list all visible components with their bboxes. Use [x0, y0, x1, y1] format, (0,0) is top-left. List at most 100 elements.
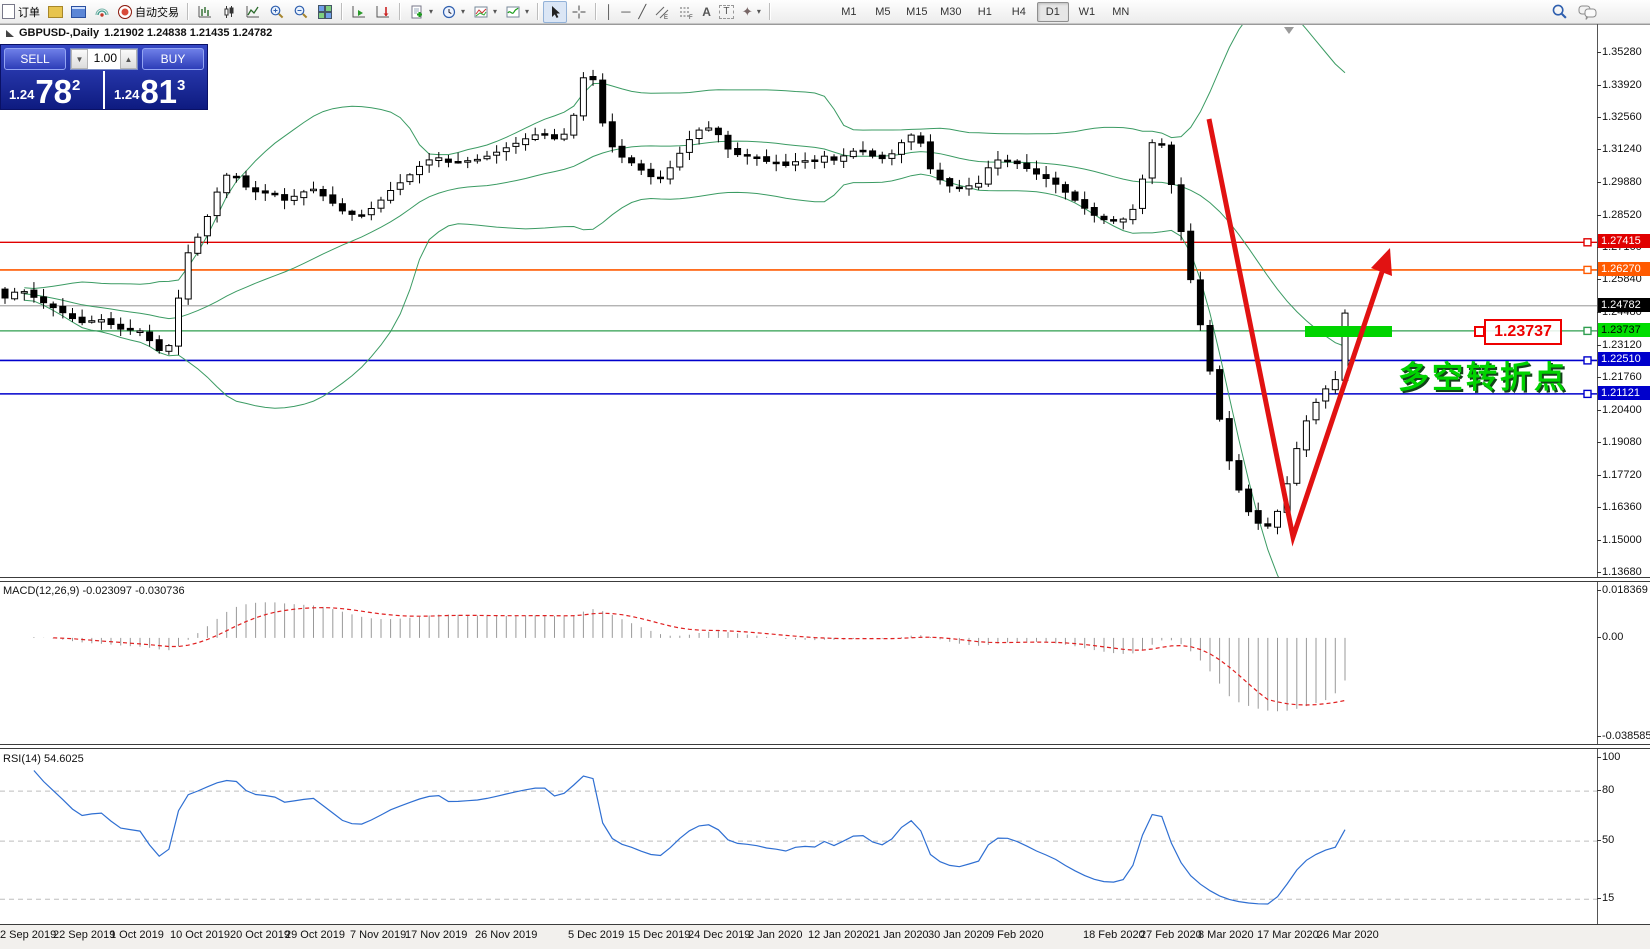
- sell-price-sup: 2: [72, 77, 80, 94]
- fibonacci-button[interactable]: F: [674, 1, 698, 23]
- candle-body: [812, 160, 818, 162]
- buy-button[interactable]: BUY: [142, 48, 204, 70]
- sell-price[interactable]: 1.24 78 2: [1, 71, 102, 109]
- auto-scroll-button[interactable]: [347, 1, 371, 23]
- chat-icon[interactable]: [1578, 4, 1598, 20]
- timeframe-M1[interactable]: M1: [833, 2, 865, 22]
- data-window-button[interactable]: [44, 1, 67, 23]
- axis-tick-label: 1.35280: [1602, 46, 1642, 58]
- candle-body: [224, 175, 230, 193]
- timeframe-D1[interactable]: D1: [1037, 2, 1069, 22]
- axis-tick-mark: [1597, 840, 1601, 841]
- candle-body: [465, 161, 471, 163]
- price-line-handle[interactable]: [1584, 357, 1591, 364]
- candle-body: [1130, 209, 1136, 219]
- new-chart-button[interactable]: ▾: [405, 1, 437, 23]
- chart-title: GBPUSD-,Daily 1.21902 1.24838 1.21435 1.…: [6, 27, 272, 39]
- periods-button[interactable]: ▾: [437, 1, 469, 23]
- candle-body: [802, 161, 808, 163]
- candle-body: [31, 290, 37, 297]
- zoom-in-button[interactable]: [265, 1, 289, 23]
- axis-tick-mark: [1597, 442, 1601, 443]
- panel-separator[interactable]: [0, 744, 1650, 749]
- candle-body: [696, 130, 702, 138]
- chart-shift-marker-icon[interactable]: [1284, 27, 1294, 34]
- timeframe-M15[interactable]: M15: [901, 2, 933, 22]
- candle-body: [889, 154, 895, 159]
- indicators-button[interactable]: ▾: [501, 1, 533, 23]
- candle-body: [397, 183, 403, 190]
- timeframe-M5[interactable]: M5: [867, 2, 899, 22]
- timeframe-MN[interactable]: MN: [1105, 2, 1137, 22]
- sell-button[interactable]: SELL: [4, 48, 66, 70]
- timeframe-H4[interactable]: H4: [1003, 2, 1035, 22]
- date-label: 27 Feb 2020: [1140, 929, 1202, 941]
- bollinger-lower-band: [24, 174, 1345, 579]
- templates-button[interactable]: ▾: [469, 1, 501, 23]
- candle-body: [436, 158, 442, 161]
- price-annotation-anchor[interactable]: [1474, 326, 1485, 337]
- price-annotation-box[interactable]: 1.23737: [1484, 319, 1562, 345]
- candle-body: [417, 166, 423, 174]
- search-icon[interactable]: [1551, 3, 1568, 20]
- candle-body: [243, 176, 249, 187]
- candle-body: [841, 156, 847, 161]
- equidistant-channel-button[interactable]: E: [650, 1, 674, 23]
- tile-windows-button[interactable]: [313, 1, 337, 23]
- turning-point-annotation[interactable]: 多空转折点: [1398, 352, 1568, 397]
- cursor-button[interactable]: [543, 1, 567, 23]
- price-line-handle[interactable]: [1584, 390, 1591, 397]
- candle-body: [831, 157, 837, 160]
- rsi-tick-label: 15: [1602, 892, 1614, 904]
- auto-trading-button[interactable]: 自动交易: [114, 1, 183, 23]
- crosshair-button[interactable]: [567, 1, 591, 23]
- candle-body: [976, 183, 982, 187]
- toolbar-right-group: [1551, 3, 1598, 20]
- volume-value[interactable]: 1.00: [88, 49, 120, 69]
- text-label-button[interactable]: T: [715, 1, 738, 23]
- candle-body: [359, 215, 365, 217]
- vertical-line-button[interactable]: │: [601, 1, 617, 23]
- date-label: 15 Dec 2019: [628, 929, 690, 941]
- panel-separator[interactable]: [0, 577, 1650, 582]
- timeframe-H1[interactable]: H1: [969, 2, 1001, 22]
- volume-decrease-button[interactable]: ▼: [71, 49, 88, 69]
- candle-body: [783, 162, 789, 166]
- candle-body: [1159, 144, 1165, 146]
- trendline-button[interactable]: ╱: [634, 1, 650, 23]
- date-label: 10 Oct 2019: [170, 929, 230, 941]
- candle-body: [137, 331, 143, 333]
- timeframe-M30[interactable]: M30: [935, 2, 967, 22]
- bar-chart-button[interactable]: [193, 1, 217, 23]
- new-order-button[interactable]: 订单: [0, 1, 44, 23]
- svg-text:E: E: [664, 15, 668, 20]
- axis-tick-label: 1.19080: [1602, 436, 1642, 448]
- signals-button[interactable]: [90, 1, 114, 23]
- text-button[interactable]: A: [698, 1, 715, 23]
- candle-body: [947, 179, 953, 186]
- price-line-handle[interactable]: [1584, 239, 1591, 246]
- zoom-out-button[interactable]: [289, 1, 313, 23]
- candlestick-chart-button[interactable]: [217, 1, 241, 23]
- bollinger-middle-band: [24, 141, 1345, 346]
- ohlc-readout: 1.21902 1.24838 1.21435 1.24782: [104, 27, 272, 39]
- axis-tick-mark: [1597, 149, 1601, 150]
- auto-scroll-icon: [351, 4, 367, 20]
- vertical-line-icon: │: [605, 5, 613, 18]
- timeframe-W1[interactable]: W1: [1071, 2, 1103, 22]
- candle-body: [927, 142, 933, 169]
- price-line-handle[interactable]: [1584, 327, 1591, 334]
- support-band-annotation[interactable]: [1305, 326, 1392, 337]
- price-line-handle[interactable]: [1584, 266, 1591, 273]
- clock-icon: [441, 4, 457, 20]
- candle-body: [195, 237, 201, 253]
- buy-price[interactable]: 1.24 81 3: [102, 71, 207, 109]
- volume-increase-button[interactable]: ▲: [120, 49, 137, 69]
- arrows-button[interactable]: ✦ ▾: [738, 1, 765, 23]
- terminal-button[interactable]: [67, 1, 90, 23]
- arrow-head-annotation[interactable]: [1371, 248, 1392, 276]
- line-chart-button[interactable]: [241, 1, 265, 23]
- horizontal-line-button[interactable]: ─: [617, 1, 634, 23]
- chart-shift-button[interactable]: [371, 1, 395, 23]
- candle-body: [918, 136, 924, 143]
